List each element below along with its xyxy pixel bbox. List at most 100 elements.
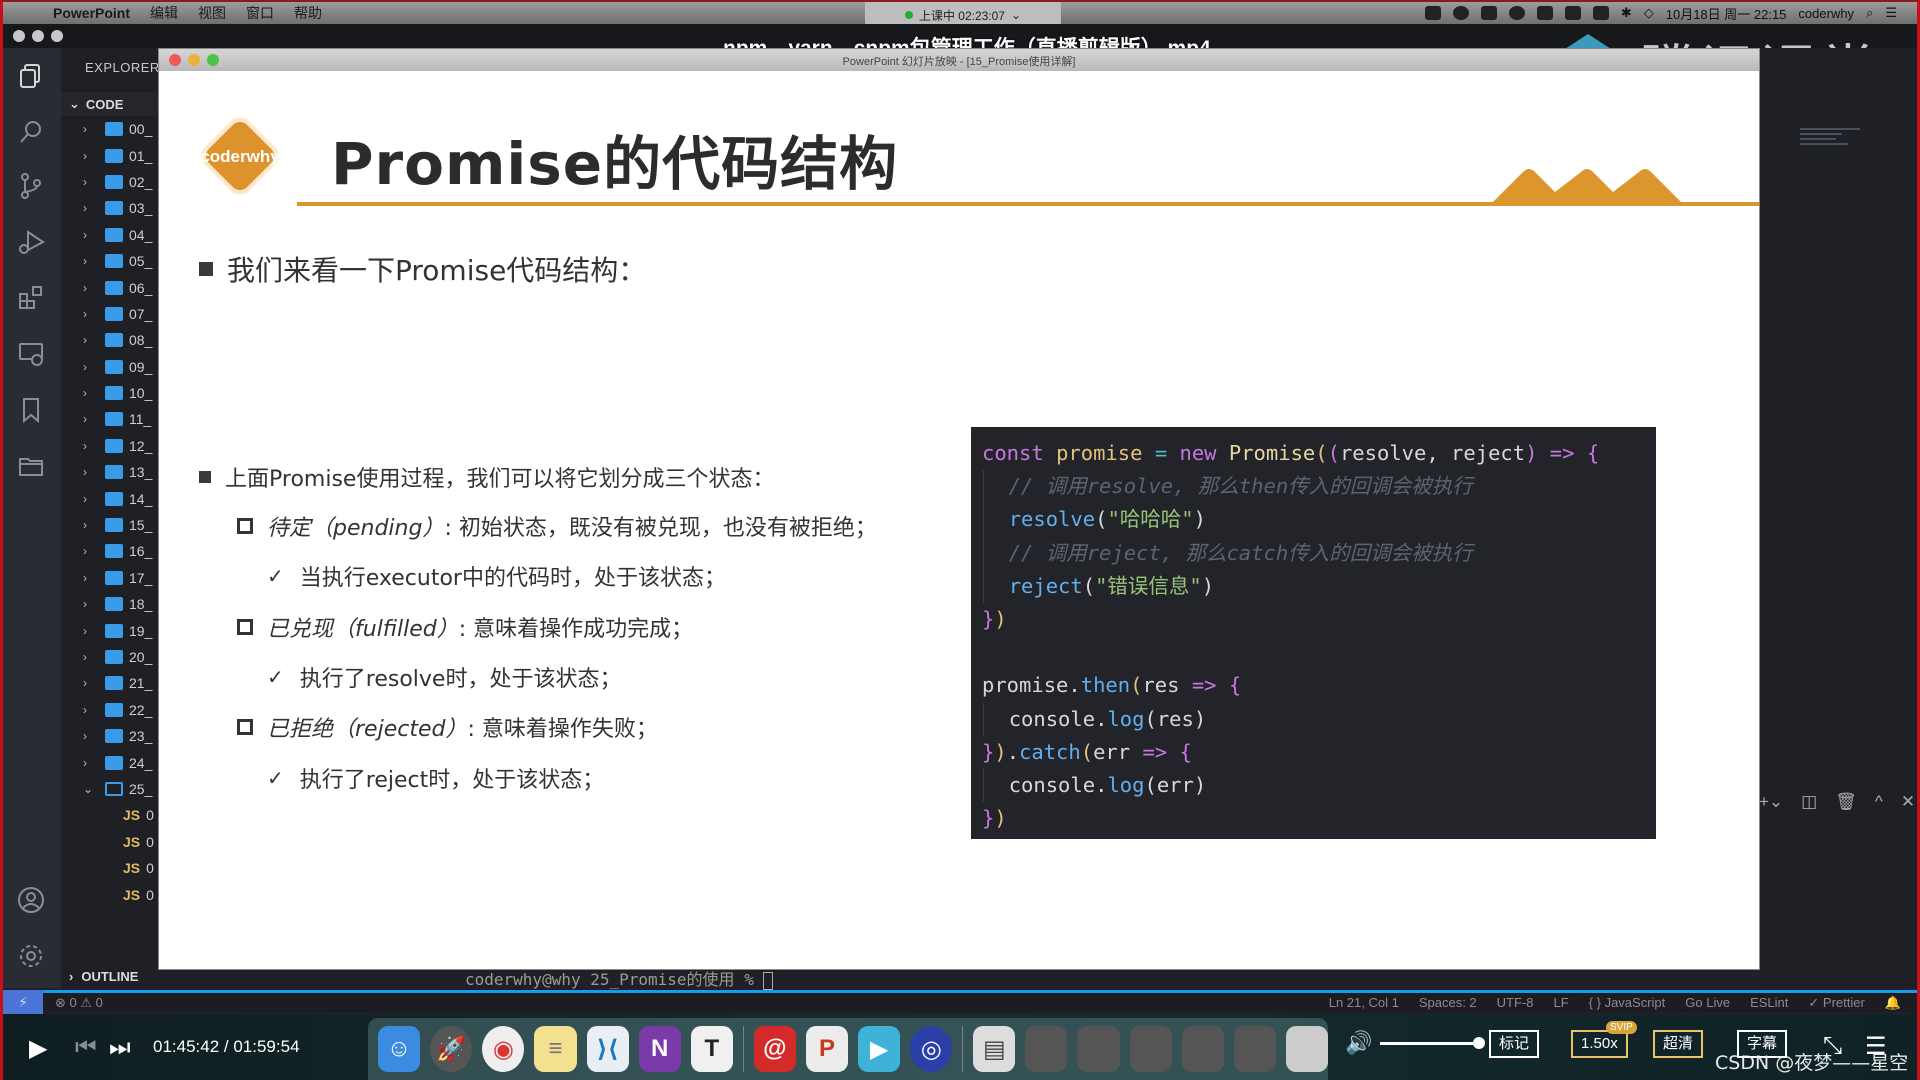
tree-folder[interactable]: › 05_ — [61, 248, 161, 274]
quality-button[interactable]: 超清 — [1653, 1030, 1704, 1058]
document-icon[interactable]: ▤ — [973, 1026, 1016, 1072]
previous-button[interactable]: ⏮ — [75, 1034, 97, 1062]
explorer-section-code[interactable]: ⌄ CODE — [61, 92, 161, 116]
maximize-window-button[interactable] — [51, 30, 63, 42]
project-manager-folder-icon[interactable] — [17, 452, 45, 480]
new-terminal-plus-icon[interactable]: +⌄ — [1759, 792, 1783, 812]
screen-recorder-icon[interactable]: ◎ — [910, 1026, 953, 1072]
onenote-icon[interactable]: N — [638, 1026, 681, 1072]
tree-folder[interactable]: › 12_ — [61, 433, 161, 459]
launchpad-rocket-icon[interactable]: 🚀 — [430, 1026, 473, 1072]
notifications-bell-icon[interactable]: 🔔 — [1885, 995, 1901, 1011]
split-terminal-icon[interactable]: ◫ — [1801, 792, 1817, 812]
tree-folder-open[interactable]: ⌄ 25_ — [61, 776, 161, 802]
p-app-icon[interactable] — [1452, 6, 1469, 20]
next-button[interactable]: ⏭ — [109, 1034, 131, 1062]
trash-bin-icon[interactable] — [1285, 1026, 1329, 1072]
minimized-window-icon[interactable] — [1233, 1026, 1276, 1072]
mic-icon[interactable] — [1536, 6, 1553, 20]
vscode-icon[interactable]: ⟩⟨ — [586, 1026, 629, 1072]
tree-folder[interactable]: › 20_ — [61, 644, 161, 670]
datetime[interactable]: 10月18日 周一 22:15 — [1666, 4, 1787, 23]
tree-folder[interactable]: › 15_ — [61, 512, 161, 538]
playback-speed-button[interactable]: 1.50x — [1571, 1030, 1628, 1058]
circle-tray-icon[interactable] — [1508, 6, 1525, 20]
tree-folder[interactable]: › 02_ — [61, 169, 161, 195]
minimized-window-icon[interactable] — [1077, 1026, 1120, 1072]
bluetooth-icon[interactable]: ✱ — [1621, 5, 1632, 21]
volume-slider[interactable] — [1380, 1036, 1486, 1049]
tree-folder[interactable]: › 11_ — [61, 406, 161, 432]
menu-edit[interactable]: 编辑 — [150, 3, 178, 23]
minimize-window-button[interactable] — [32, 30, 44, 42]
play-button[interactable]: ▶ — [29, 1034, 47, 1063]
tree-folder[interactable]: › 18_ — [61, 591, 161, 617]
tree-folder[interactable]: › 19_ — [61, 617, 161, 643]
tencent-classroom-icon[interactable]: ▶ — [858, 1026, 901, 1072]
input-method-icon[interactable] — [1564, 6, 1581, 20]
volume-knob[interactable] — [1473, 1036, 1486, 1049]
tree-file[interactable]: JS 0 — [61, 881, 161, 907]
remote-explorer-icon[interactable] — [17, 340, 45, 368]
typora-icon[interactable]: T — [690, 1026, 733, 1072]
account-icon[interactable] — [17, 886, 45, 914]
tree-folder[interactable]: › 16_ — [61, 538, 161, 564]
tree-folder[interactable]: › 14_ — [61, 485, 161, 511]
vscode-window-controls[interactable] — [13, 30, 63, 42]
cursor-position[interactable]: Ln 21, Col 1 — [1329, 995, 1399, 1011]
tree-folder[interactable]: › 01_ — [61, 142, 161, 168]
control-center-icon[interactable]: ☰ — [1885, 5, 1897, 21]
extensions-icon[interactable] — [17, 284, 45, 312]
wifi-icon[interactable]: ◇ — [1644, 5, 1654, 21]
username[interactable]: coderwhy — [1798, 6, 1854, 21]
menu-help[interactable]: 帮助 — [294, 3, 322, 23]
indentation[interactable]: Spaces: 2 — [1419, 995, 1477, 1011]
language-mode[interactable]: { } JavaScript — [1589, 995, 1666, 1011]
mark-button[interactable]: 标记 — [1489, 1030, 1540, 1058]
tree-folder[interactable]: › 22_ — [61, 697, 161, 723]
trash-icon[interactable]: 🗑 — [1835, 792, 1857, 812]
problems-count[interactable]: ⊗ 0 ⚠ 0 — [55, 995, 103, 1011]
tree-folder[interactable]: › 00_ — [61, 116, 161, 142]
tree-folder[interactable]: › 17_ — [61, 565, 161, 591]
encoding[interactable]: UTF-8 — [1497, 995, 1534, 1011]
minimized-window-icon[interactable] — [1181, 1026, 1224, 1072]
tree-folder[interactable]: › 09_ — [61, 354, 161, 380]
apple-icon[interactable] — [21, 5, 37, 21]
spotlight-search-icon[interactable]: ⌕ — [1866, 5, 1873, 21]
search-icon[interactable] — [17, 118, 45, 146]
end-of-line[interactable]: LF — [1554, 995, 1569, 1011]
minimized-window-icon[interactable] — [1025, 1026, 1068, 1072]
camera-icon[interactable] — [1424, 6, 1441, 20]
menu-view[interactable]: 视图 — [198, 3, 226, 23]
volume-speaker-icon[interactable]: 🔊 — [1345, 1030, 1372, 1056]
powerpoint-icon[interactable]: P — [805, 1026, 849, 1072]
tree-folder[interactable]: › 06_ — [61, 274, 161, 300]
volume-control[interactable]: 🔊 — [1345, 1030, 1486, 1056]
prettier-status[interactable]: ✓ Prettier — [1808, 995, 1864, 1011]
tree-folder[interactable]: › 13_ — [61, 459, 161, 485]
close-window-button[interactable] — [13, 30, 25, 42]
remote-indicator-icon[interactable]: ⚡ — [3, 990, 43, 1014]
maximize-panel-chevron-up-icon[interactable]: ^ — [1875, 792, 1883, 812]
tree-folder[interactable]: › 08_ — [61, 327, 161, 353]
menu-app-powerpoint[interactable]: PowerPoint — [53, 5, 130, 21]
tree-folder[interactable]: › 03_ — [61, 195, 161, 221]
minimized-window-icon[interactable] — [1129, 1026, 1172, 1072]
tree-folder[interactable]: › 10_ — [61, 380, 161, 406]
chrome-icon[interactable]: ◉ — [482, 1026, 525, 1072]
settings-gear-icon[interactable] — [17, 942, 45, 970]
run-debug-icon[interactable] — [17, 228, 45, 256]
finder-icon[interactable]: ☺ — [378, 1026, 421, 1072]
netease-music-icon[interactable]: @ — [753, 1026, 796, 1072]
eslint-status[interactable]: ESLint — [1750, 995, 1788, 1011]
tree-folder[interactable]: › 24_ — [61, 749, 161, 775]
tree-folder[interactable]: › 04_ — [61, 222, 161, 248]
tree-file[interactable]: JS 0 — [61, 829, 161, 855]
source-control-icon[interactable] — [17, 172, 45, 200]
go-live-button[interactable]: Go Live — [1685, 995, 1730, 1011]
close-panel-icon[interactable]: ✕ — [1901, 792, 1915, 812]
minimap[interactable] — [1800, 128, 1860, 158]
tree-file[interactable]: JS 0 — [61, 855, 161, 881]
tree-folder[interactable]: › 07_ — [61, 301, 161, 327]
